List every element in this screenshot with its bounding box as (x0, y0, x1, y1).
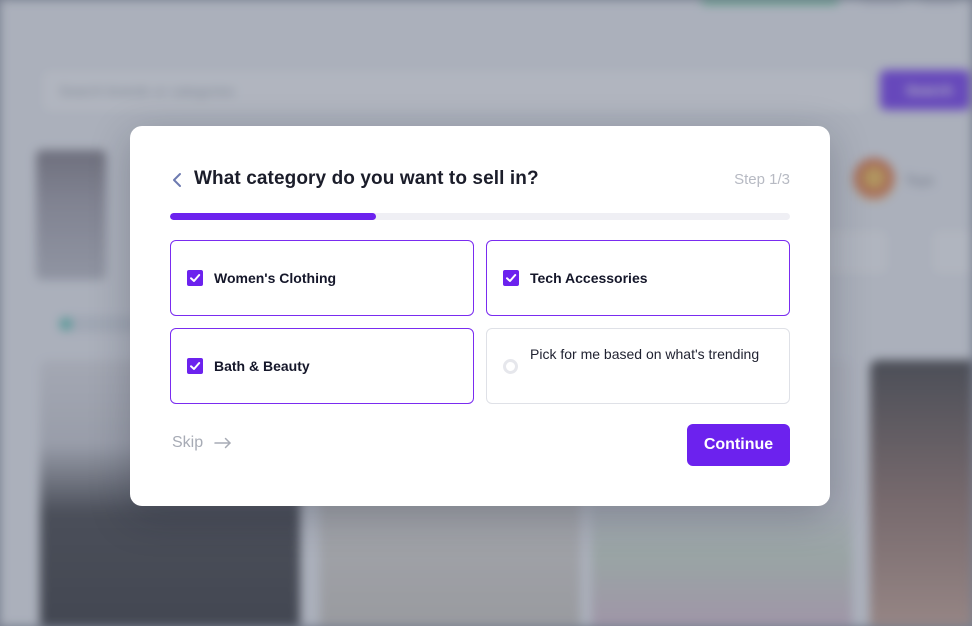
check-icon (187, 358, 203, 374)
arrow-right-icon (213, 437, 232, 449)
option-tech-accessories[interactable]: Tech Accessories (486, 240, 790, 316)
progress-bar (170, 213, 790, 220)
option-bath-beauty[interactable]: Bath & Beauty (170, 328, 474, 404)
back-button[interactable] (170, 170, 186, 190)
option-pick-for-me[interactable]: Pick for me based on what's trending (486, 328, 790, 404)
checkbox-checked[interactable] (187, 358, 203, 374)
check-icon (503, 270, 519, 286)
option-label: Pick for me based on what's trending (530, 346, 760, 362)
skip-link[interactable]: Skip (172, 434, 232, 456)
chevron-left-icon (170, 170, 186, 190)
option-label: Bath & Beauty (214, 358, 310, 374)
option-womens-clothing[interactable]: Women's Clothing (170, 240, 474, 316)
category-modal: What category do you want to sell in? St… (130, 126, 830, 506)
radio-unchecked[interactable] (503, 359, 518, 374)
skip-label: Skip (172, 434, 204, 451)
step-indicator: Step 1/3 (734, 171, 790, 188)
modal-title: What category do you want to sell in? (194, 168, 539, 189)
checkbox-checked[interactable] (187, 270, 203, 286)
checkbox-checked[interactable] (503, 270, 519, 286)
option-label: Women's Clothing (214, 270, 337, 286)
modal-header: What category do you want to sell in? St… (170, 168, 790, 192)
check-icon (187, 270, 203, 286)
option-label: Tech Accessories (530, 270, 648, 286)
progress-bar-fill (170, 213, 377, 220)
continue-button[interactable]: Continue (687, 424, 790, 466)
